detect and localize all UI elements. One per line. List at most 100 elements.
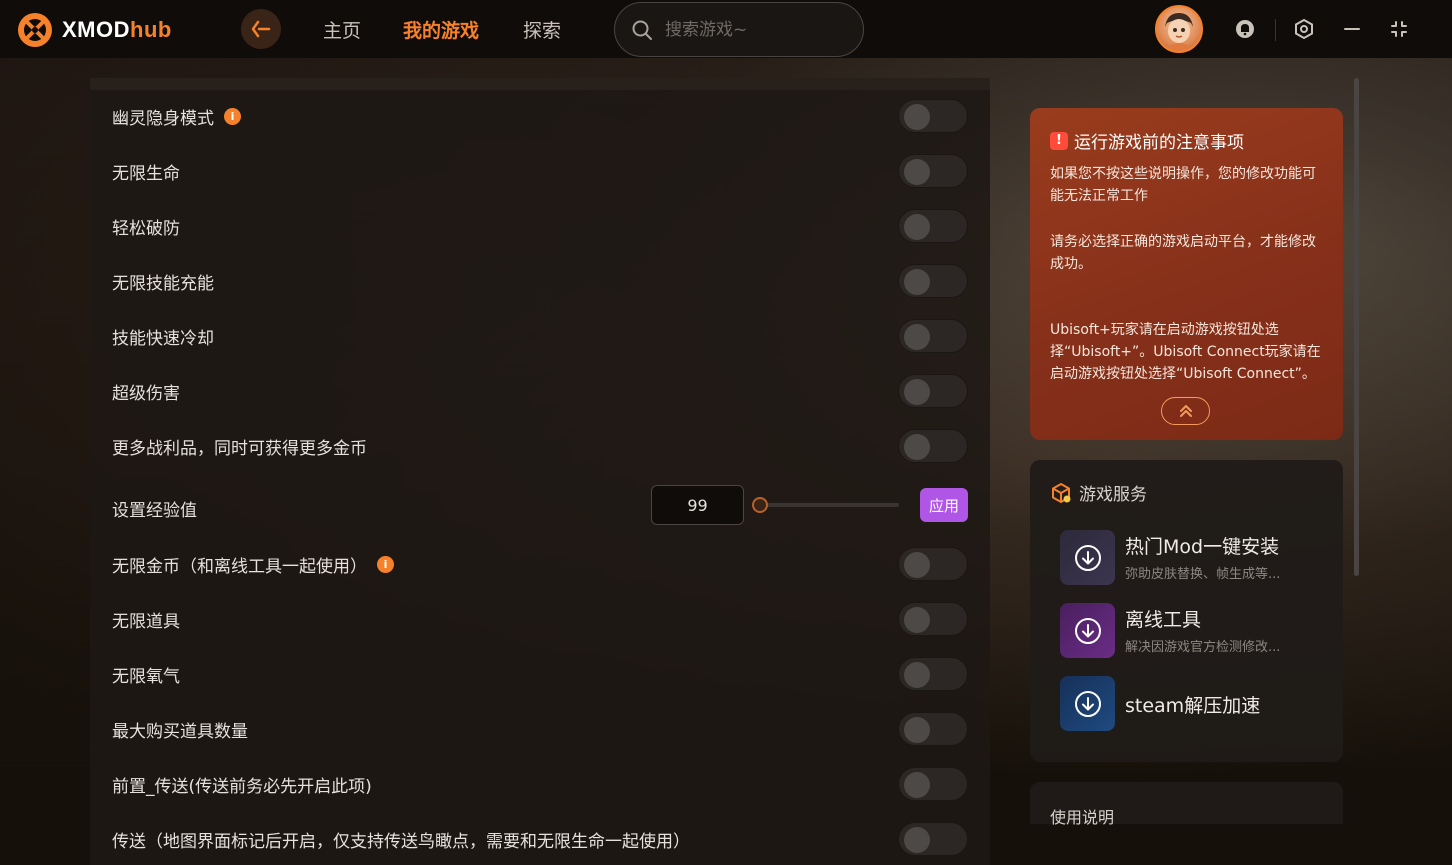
cheat-label-text: 前置_传送(传送前务必先开启此项) — [112, 777, 372, 797]
notice-paragraph-3: Ubisoft+玩家请在启动游戏按钮处选择“Ubisoft+”。Ubisoft … — [1050, 322, 1321, 382]
service-item-offline-tool[interactable]: 离线工具 解决因游戏官方检测修改... — [1060, 603, 1330, 659]
cheat-label: 无限道具 — [112, 607, 180, 632]
apply-button[interactable]: 应用 — [920, 488, 968, 522]
cheat-label-text: 传送（地图界面标记后开启，仅支持传送鸟瞰点，需要和无限生命一起使用） — [112, 832, 690, 852]
experience-slider-track[interactable] — [756, 503, 899, 507]
service-thumbnail — [1060, 530, 1115, 585]
service-item-steam-accelerate[interactable]: steam解压加速 — [1060, 676, 1330, 732]
toggle-knob — [904, 827, 930, 853]
cheat-label: 技能快速冷却 — [112, 324, 214, 349]
download-icon — [1074, 544, 1101, 571]
cheat-label-text: 更多战利品，同时可获得更多金币 — [112, 439, 367, 459]
app-logo[interactable]: XMODhub — [16, 11, 172, 49]
cheat-label-text: 设置经验值 — [112, 501, 197, 521]
cheat-label-text: 最大购买道具数量 — [112, 722, 248, 742]
cheat-row-more-loot: 更多战利品，同时可获得更多金币 — [90, 426, 990, 466]
toggle-knob — [904, 434, 930, 460]
search-input[interactable] — [665, 19, 845, 40]
xmod-logo-icon — [18, 13, 52, 47]
cheat-toggle[interactable] — [898, 319, 968, 353]
download-icon — [1074, 690, 1101, 717]
service-thumbnail — [1060, 603, 1115, 658]
toggle-knob — [904, 552, 930, 578]
cheat-row-super-damage: 超级伤害 — [90, 371, 990, 411]
minimize-icon — [1344, 28, 1360, 30]
cheat-toggle[interactable] — [898, 767, 968, 801]
bell-icon — [1236, 20, 1254, 38]
notice-title: ! 运行游戏前的注意事项 — [1050, 128, 1323, 153]
notification-bell-button[interactable] — [1233, 17, 1257, 41]
fullscreen-icon — [1391, 21, 1407, 37]
cheat-label-text: 无限氧气 — [112, 667, 180, 687]
back-button[interactable] — [241, 9, 281, 49]
experience-value-input[interactable] — [651, 485, 744, 525]
settings-hexagon-icon — [1295, 18, 1313, 40]
cheat-toggle[interactable] — [898, 209, 968, 243]
cheat-row-infinite-skill-charge: 无限技能充能 — [90, 261, 990, 301]
toggle-knob — [904, 772, 930, 798]
services-title: 游戏服务 — [1050, 480, 1147, 505]
cheat-label-text: 技能快速冷却 — [112, 329, 214, 349]
cheat-label: 超级伤害 — [112, 379, 180, 404]
cheat-label: 无限技能充能 — [112, 269, 214, 294]
warning-icon: ! — [1050, 131, 1068, 150]
cheats-panel: 幽灵隐身模式 i 无限生命 轻松破防 无限技能充能 技能快速冷却 超级伤害 更多战… — [90, 78, 990, 865]
info-icon[interactable]: i — [377, 556, 394, 573]
cheat-row-infinite-health: 无限生命 — [90, 151, 990, 191]
cheat-toggle[interactable] — [898, 264, 968, 298]
cheat-row-teleport: 传送（地图界面标记后开启，仅支持传送鸟瞰点，需要和无限生命一起使用） — [90, 819, 990, 859]
cheat-label: 前置_传送(传送前务必先开启此项) — [112, 772, 372, 797]
toggle-knob — [904, 214, 930, 240]
usage-instructions-card[interactable]: 使用说明 — [1030, 782, 1343, 827]
collapse-notice-button[interactable] — [1161, 397, 1210, 425]
cheat-label-text: 幽灵隐身模式 — [112, 109, 214, 129]
cheat-toggle[interactable] — [898, 154, 968, 188]
minimize-button[interactable] — [1340, 17, 1364, 41]
cheat-toggle[interactable] — [898, 429, 968, 463]
cheat-toggle[interactable] — [898, 712, 968, 746]
service-name: 热门Mod一键安装 — [1125, 536, 1280, 558]
game-services-card: 游戏服务 热门Mod一键安装 弥助皮肤替换、帧生成等... 离线工具 解决因游戏… — [1030, 460, 1343, 762]
user-avatar[interactable] — [1155, 5, 1203, 53]
cheat-toggle[interactable] — [898, 657, 968, 691]
logo-suffix: hub — [130, 17, 172, 42]
notice-title-text: 运行游戏前的注意事项 — [1074, 133, 1244, 153]
info-icon[interactable]: i — [224, 108, 241, 125]
services-title-text: 游戏服务 — [1079, 485, 1147, 505]
search-box[interactable] — [614, 2, 864, 57]
cheat-label: 传送（地图界面标记后开启，仅支持传送鸟瞰点，需要和无限生命一起使用） — [112, 827, 690, 852]
toolbar-separator — [1275, 19, 1276, 41]
logo-text: XMODhub — [62, 17, 172, 43]
toggle-knob — [904, 717, 930, 743]
cheat-toggle[interactable] — [898, 374, 968, 408]
cheat-toggle[interactable] — [898, 602, 968, 636]
cheat-toggle[interactable] — [898, 99, 968, 133]
fullscreen-button[interactable] — [1387, 17, 1411, 41]
cheat-row-infinite-oxygen: 无限氧气 — [90, 654, 990, 694]
cheat-toggle[interactable] — [898, 822, 968, 856]
panel-top-edge — [90, 78, 990, 90]
cheat-row-fast-cooldown: 技能快速冷却 — [90, 316, 990, 356]
cheat-label: 设置经验值 — [112, 496, 197, 521]
toggle-knob — [904, 607, 930, 633]
cheat-label-text: 超级伤害 — [112, 384, 180, 404]
nav-home[interactable]: 主页 — [323, 16, 361, 43]
usage-title: 使用说明 — [1050, 808, 1115, 827]
toggle-knob — [904, 104, 930, 130]
cheat-toggle[interactable] — [898, 547, 968, 581]
settings-button[interactable] — [1292, 17, 1316, 41]
cheat-label-text: 无限生命 — [112, 164, 180, 184]
cheat-row-ghost-stealth: 幽灵隐身模式 i — [90, 96, 990, 136]
pre-launch-notice-card: ! 运行游戏前的注意事项 如果您不按这些说明操作，您的修改功能可能无法正常工作 … — [1030, 108, 1343, 440]
right-column-scrollbar[interactable] — [1354, 78, 1359, 576]
experience-slider-thumb[interactable] — [752, 497, 768, 513]
toggle-knob — [904, 662, 930, 688]
cheat-label: 无限氧气 — [112, 662, 180, 687]
cheat-label-text: 无限技能充能 — [112, 274, 214, 294]
nav-my-games[interactable]: 我的游戏 — [403, 16, 479, 43]
service-item-mod-install[interactable]: 热门Mod一键安装 弥助皮肤替换、帧生成等... — [1060, 530, 1330, 586]
service-description: 弥助皮肤替换、帧生成等... — [1125, 567, 1281, 582]
nav-explore[interactable]: 探索 — [523, 16, 561, 43]
search-icon — [632, 20, 652, 40]
avatar-character-icon — [1165, 13, 1193, 51]
